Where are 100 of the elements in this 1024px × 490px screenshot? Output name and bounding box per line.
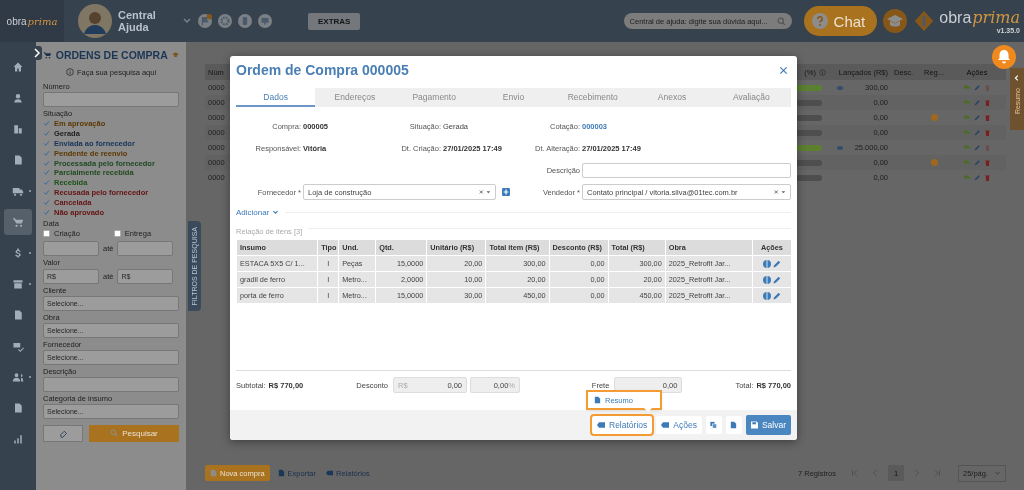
delete-icon[interactable] [983, 159, 991, 166]
document-icon [730, 421, 738, 429]
chat-button[interactable]: Chat [803, 6, 878, 36]
help-center-link[interactable]: Central Ajuda [118, 9, 162, 33]
tab[interactable]: Pagamento [394, 88, 474, 107]
graduation-cap-icon[interactable] [883, 9, 908, 33]
truck-icon[interactable] [963, 129, 971, 136]
graduation-cap-icon[interactable] [171, 50, 179, 60]
select-field[interactable] [43, 376, 179, 392]
eye-icon[interactable] [837, 145, 843, 150]
progress-bar [796, 144, 822, 151]
chevron-down-icon[interactable] [182, 16, 192, 26]
document-icon [12, 309, 24, 321]
number-field[interactable] [43, 92, 179, 107]
tab[interactable]: Avaliação [711, 88, 791, 107]
save-button[interactable]: Salvar [745, 415, 791, 435]
checkbox[interactable] [43, 149, 50, 157]
archive-icon [12, 278, 24, 290]
end-date-field[interactable] [117, 240, 174, 256]
checkbox[interactable] [113, 230, 121, 238]
checkbox[interactable] [43, 130, 50, 138]
document-icon [12, 402, 24, 414]
pie-chart-icon[interactable] [762, 260, 771, 269]
tab[interactable]: Recebimento [553, 88, 633, 107]
extras-button[interactable]: EXTRAS [308, 12, 361, 30]
info-icon [65, 68, 74, 76]
eraser-icon [58, 428, 68, 438]
chevron-down-icon [272, 208, 280, 216]
tab[interactable]: Dados [236, 88, 316, 107]
avatar-icon[interactable] [78, 4, 112, 38]
clear-caret-icon [774, 189, 786, 195]
help-icon [811, 13, 828, 29]
checklist-icon [12, 340, 24, 352]
reports-button[interactable]: Relatórios [592, 416, 653, 434]
checkbox[interactable] [43, 169, 50, 177]
progress-bar [796, 99, 822, 106]
checkbox[interactable] [43, 230, 50, 238]
copy-button[interactable] [705, 416, 722, 434]
tab[interactable]: Endereços [315, 88, 395, 107]
checkbox[interactable] [43, 188, 50, 196]
panel-title: ORDENS DE COMPRA [55, 49, 168, 61]
checkbox[interactable] [43, 208, 50, 216]
checkbox[interactable] [43, 198, 50, 206]
pie-chart-icon[interactable] [762, 276, 771, 285]
document-button[interactable] [725, 416, 742, 434]
flag-icon[interactable] [198, 14, 212, 28]
add-link[interactable]: Adicionar [236, 207, 280, 217]
tab[interactable]: Envio [473, 88, 554, 107]
progress-bar [796, 159, 822, 166]
delete-icon[interactable] [983, 114, 991, 121]
bar-chart-icon [12, 433, 24, 445]
phone-icon[interactable] [238, 14, 252, 28]
progress-bar [796, 114, 822, 121]
eye-icon[interactable] [837, 85, 843, 90]
add-icon[interactable] [502, 188, 510, 196]
checkbox[interactable] [43, 179, 50, 187]
progress-bar [796, 129, 822, 136]
clear-button[interactable] [43, 424, 83, 442]
progress-bar [796, 174, 822, 181]
user-icon [12, 92, 24, 104]
building-icon [12, 123, 24, 135]
description-field[interactable] [582, 162, 791, 178]
delete-icon[interactable] [983, 129, 991, 136]
document-icon [277, 469, 285, 477]
document-icon [210, 469, 217, 477]
checkbox[interactable] [43, 159, 50, 167]
tag-icon [597, 422, 605, 428]
actions-button[interactable]: Ações [656, 416, 702, 434]
truck-icon[interactable] [963, 174, 971, 181]
delete-icon[interactable] [983, 99, 991, 106]
tag-icon [325, 469, 333, 477]
people-icon [12, 371, 24, 383]
search-icon[interactable] [776, 16, 786, 26]
delete-icon[interactable] [983, 174, 991, 181]
search-icon [110, 429, 119, 438]
truck-icon[interactable] [963, 114, 971, 121]
cart-icon [43, 49, 52, 61]
progress-bar [796, 84, 822, 91]
search-button[interactable]: Pesquisar [89, 424, 179, 442]
settings-icon[interactable] [218, 14, 232, 28]
pie-chart-icon[interactable] [762, 292, 771, 301]
checkbox[interactable] [43, 140, 50, 147]
truck-icon[interactable] [963, 84, 971, 91]
truck-icon[interactable] [963, 159, 971, 166]
chevron-left-icon [1013, 74, 1021, 82]
monitor-icon[interactable] [258, 14, 272, 28]
expand-icon[interactable] [32, 46, 42, 60]
clear-caret-icon [479, 189, 491, 195]
truck-icon[interactable] [963, 144, 971, 151]
checkbox[interactable] [43, 120, 50, 128]
cart-icon [12, 216, 24, 228]
truck-icon[interactable] [963, 99, 971, 106]
brand-logo: obraprima [939, 8, 1020, 27]
notification-bell-icon[interactable] [992, 45, 1016, 69]
close-icon[interactable] [779, 65, 788, 75]
brand-logo-icon [913, 10, 936, 32]
tab[interactable]: Anexos [632, 88, 712, 107]
nav-button[interactable] [4, 209, 32, 235]
start-date-field[interactable] [43, 240, 99, 256]
tag-icon [661, 422, 670, 428]
